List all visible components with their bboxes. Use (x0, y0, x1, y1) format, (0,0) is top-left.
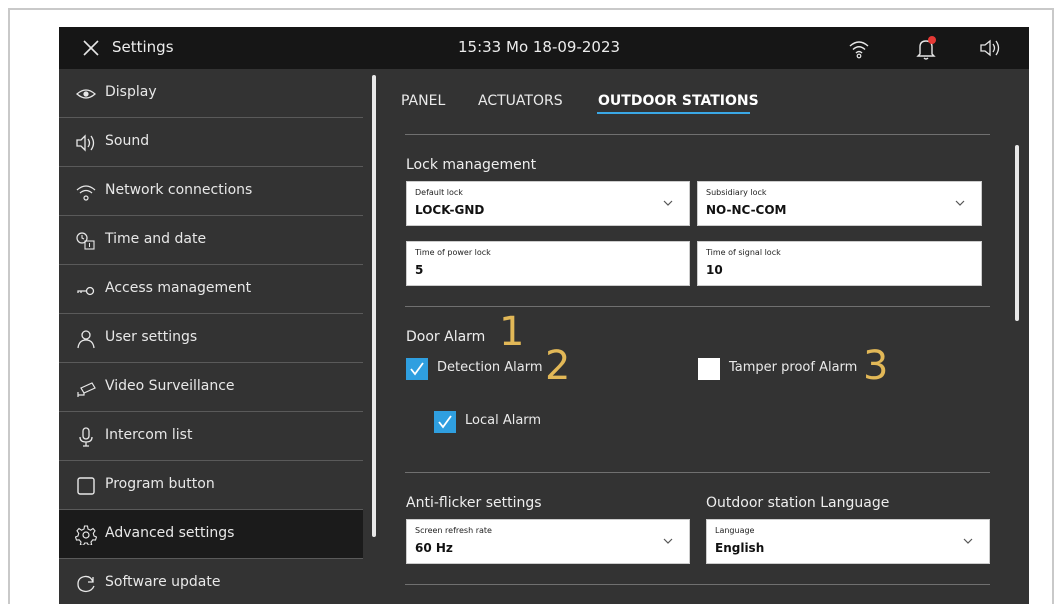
square-icon (77, 477, 95, 495)
default-lock-value: LOCK-GND (415, 203, 485, 217)
chevron-down-icon (963, 538, 973, 544)
sidebar-item-intercom-list[interactable]: Intercom list (59, 412, 363, 461)
detection-alarm-label: Detection Alarm (437, 360, 543, 375)
outdoor-language-title: Outdoor station Language (706, 495, 890, 511)
checkmark-icon (410, 362, 424, 376)
sidebar-item-time-and-date[interactable]: Time and date (59, 216, 363, 265)
screen-refresh-rate-value: 60 Hz (415, 541, 453, 555)
signal-lock-time-caption: Time of signal lock (706, 248, 781, 257)
lock-management-title: Lock management (406, 157, 537, 173)
eye-icon (76, 89, 96, 99)
chevron-down-icon (955, 200, 965, 206)
subsidiary-lock-value: NO-NC-COM (706, 203, 787, 217)
annotation-number: 1 (499, 309, 525, 355)
sidebar-item-label: Video Surveillance (105, 378, 235, 394)
sidebar-item-advanced-settings[interactable]: Advanced settings (59, 510, 363, 559)
default-lock-caption: Default lock (415, 188, 463, 197)
clock-calendar-icon (76, 232, 95, 250)
sidebar-item-video-surveillance[interactable]: Video Surveillance (59, 363, 363, 412)
refresh-icon (77, 575, 95, 593)
sidebar-item-label: Advanced settings (105, 525, 235, 541)
notification-bell-icon[interactable] (914, 35, 938, 61)
local-alarm-checkbox[interactable] (434, 411, 456, 433)
sidebar-item-label: Intercom list (105, 427, 193, 443)
sidebar-item-display[interactable]: Display (59, 69, 363, 118)
sidebar-item-label: Network connections (105, 182, 253, 198)
tamper-proof-alarm-checkbox[interactable] (698, 358, 720, 380)
settings-content: PANEL ACTUATORS OUTDOOR STATIONS Lock ma… (385, 69, 1015, 604)
sidebar-item-network-connections[interactable]: Network connections (59, 167, 363, 216)
sidebar-item-label: Sound (105, 133, 150, 149)
sidebar-item-label: Display (105, 84, 157, 100)
checkmark-icon (438, 415, 452, 429)
wifi-icon (76, 185, 96, 201)
power-lock-time-caption: Time of power lock (415, 248, 491, 257)
divider (405, 134, 990, 135)
chevron-down-icon (663, 200, 673, 206)
sidebar-item-label: Time and date (105, 231, 207, 247)
sidebar-item-user-settings[interactable]: User settings (59, 314, 363, 363)
sidebar-scrollbar[interactable] (372, 75, 376, 537)
user-icon (77, 330, 95, 349)
subsidiary-lock-caption: Subsidiary lock (706, 188, 767, 197)
power-lock-time-input[interactable]: Time of power lock 5 (406, 241, 690, 286)
date-time: 15:33 Mo 18-09-2023 (458, 38, 621, 56)
language-caption: Language (715, 526, 755, 535)
sidebar-item-sound[interactable]: Sound (59, 118, 363, 167)
chevron-down-icon (663, 538, 673, 544)
signal-lock-time-input[interactable]: Time of signal lock 10 (697, 241, 982, 286)
anti-flicker-title: Anti-flicker settings (406, 495, 542, 511)
local-alarm-label: Local Alarm (465, 413, 542, 428)
sidebar-item-label: User settings (105, 329, 198, 345)
annotation-number: 2 (545, 343, 571, 389)
default-lock-select[interactable]: Default lock LOCK-GND (406, 181, 690, 226)
sidebar-item-label: Program button (105, 476, 215, 492)
key-icon (77, 286, 95, 296)
microphone-icon (79, 427, 93, 447)
content-scrollbar[interactable] (1015, 145, 1019, 321)
language-select[interactable]: Language English (706, 519, 990, 564)
divider (405, 306, 990, 307)
device-screen: Settings 15:33 Mo 18-09-2023 Display Sou… (59, 27, 1029, 604)
gear-icon (75, 525, 97, 545)
speaker-icon (76, 134, 95, 152)
top-bar: Settings 15:33 Mo 18-09-2023 (59, 27, 1029, 69)
screen-refresh-rate-caption: Screen refresh rate (415, 526, 492, 535)
sidebar-item-software-update[interactable]: Software update (59, 559, 363, 604)
page-title: Settings (112, 38, 174, 56)
camera-icon (77, 382, 96, 397)
language-value: English (715, 541, 765, 555)
sidebar-item-access-management[interactable]: Access management (59, 265, 363, 314)
annotation-number: 3 (863, 343, 889, 389)
tab-outdoor-stations[interactable]: OUTDOOR STATIONS (598, 93, 759, 109)
wifi-icon[interactable] (847, 37, 871, 59)
signal-lock-time-value: 10 (706, 263, 723, 277)
settings-sidebar: Display Sound Network connections Time a… (59, 69, 365, 604)
speaker-icon[interactable] (979, 38, 1003, 58)
sidebar-item-label: Access management (105, 280, 252, 296)
power-lock-time-value: 5 (415, 263, 424, 277)
divider (405, 584, 990, 585)
divider (405, 472, 990, 473)
tamper-proof-alarm-label: Tamper proof Alarm (729, 360, 858, 375)
sidebar-item-label: Software update (105, 574, 221, 590)
tab-actuators[interactable]: ACTUATORS (478, 93, 563, 109)
active-tab-indicator (597, 112, 750, 114)
close-icon[interactable] (81, 38, 101, 58)
tab-panel[interactable]: PANEL (401, 93, 445, 109)
subsidiary-lock-select[interactable]: Subsidiary lock NO-NC-COM (697, 181, 982, 226)
sidebar-item-program-button[interactable]: Program button (59, 461, 363, 510)
screen-refresh-rate-select[interactable]: Screen refresh rate 60 Hz (406, 519, 690, 564)
detection-alarm-checkbox[interactable] (406, 358, 428, 380)
door-alarm-title: Door Alarm (406, 329, 486, 345)
